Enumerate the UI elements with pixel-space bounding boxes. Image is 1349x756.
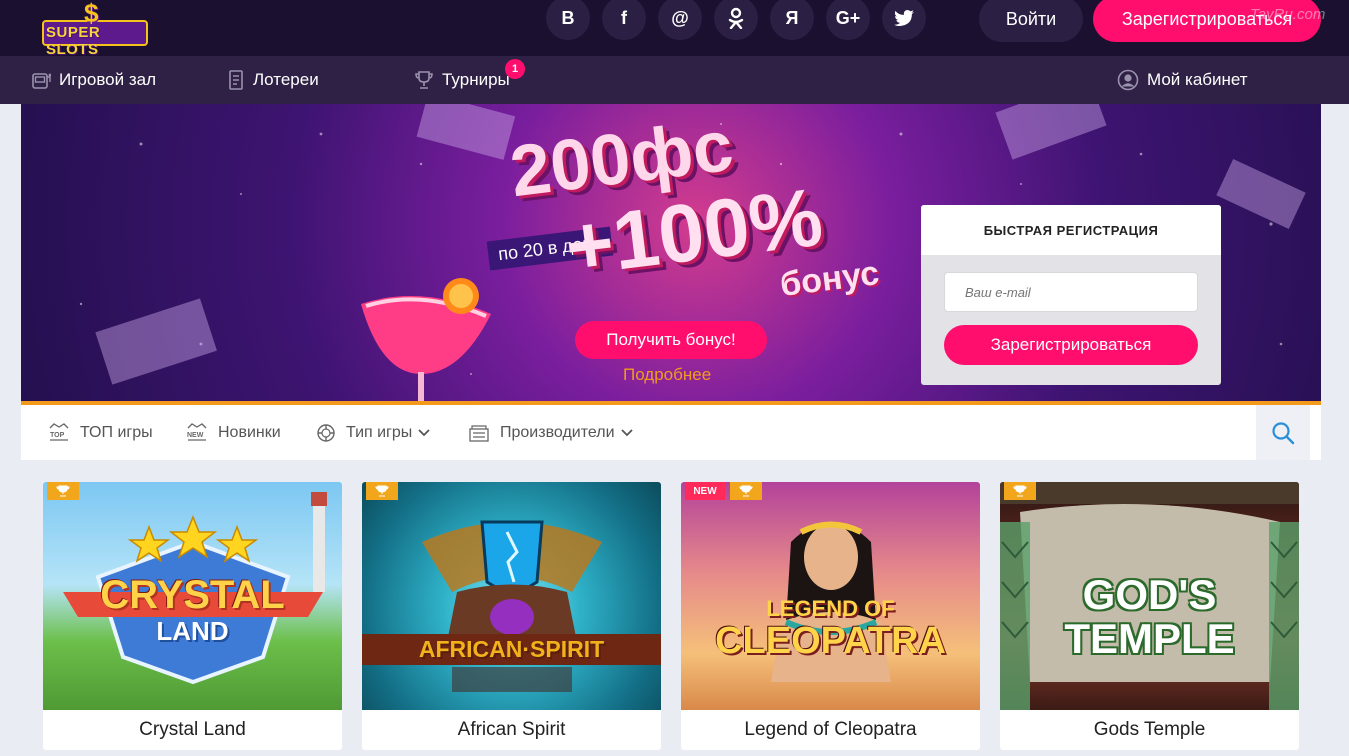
game-card-gods-temple[interactable]: GOD'S TEMPLE Gods Temple (1000, 482, 1299, 750)
nav-item-tournaments[interactable]: Турниры (414, 56, 510, 104)
facebook-icon[interactable]: f (602, 0, 646, 40)
game-logo-line1: CRYSTAL (100, 573, 285, 617)
get-bonus-button[interactable]: Получить бонус! (575, 321, 767, 359)
game-logo-line2: LAND (156, 616, 229, 646)
ticket-icon (229, 70, 243, 90)
filter-game-type[interactable]: Тип игры (316, 405, 430, 460)
nav-label-lotteries: Лотереи (253, 70, 319, 89)
game-thumbnail[interactable]: CRYSTAL LAND (43, 482, 342, 710)
game-logo-line1: AFRICAN·SPIRIT (362, 634, 661, 665)
site-logo[interactable]: $ SUPER SLOTS (42, 0, 148, 58)
quick-registration-title: БЫСТРАЯ РЕГИСТРАЦИЯ (921, 205, 1221, 255)
slot-machine-icon (32, 73, 51, 89)
nav-item-cabinet[interactable]: Мой кабинет (1117, 56, 1248, 104)
googleplus-icon[interactable]: G+ (826, 0, 870, 40)
login-button[interactable]: Войти (979, 0, 1083, 42)
nav-item-hall[interactable]: Игровой зал (31, 56, 156, 104)
more-link[interactable]: Подробнее (623, 365, 711, 385)
quick-registration-form: БЫСТРАЯ РЕГИСТРАЦИЯ Зарегистрироваться (921, 205, 1221, 385)
top-icon: TOP (49, 422, 69, 441)
nav-label-hall: Игровой зал (59, 70, 157, 89)
game-logo-line2: TEMPLE (1064, 615, 1235, 662)
filter-label-providers: Производители (500, 423, 615, 441)
filter-label-new: Новинки (218, 423, 281, 441)
vk-icon[interactable]: B (546, 0, 590, 40)
trophy-icon (739, 485, 753, 497)
tournaments-badge: 1 (505, 59, 525, 79)
games-filter-bar: TOP ТОП игры NEW Новинки Тип игры Произв… (21, 405, 1321, 460)
new-icon: NEW (187, 422, 207, 441)
odnoklassniki-icon[interactable] (714, 0, 758, 40)
filter-label-type: Тип игры (346, 423, 413, 441)
nav-label-tournaments: Турниры (442, 70, 510, 89)
email-field[interactable] (944, 272, 1198, 312)
yandex-icon[interactable]: Я (770, 0, 814, 40)
svg-text:NEW: NEW (187, 432, 204, 439)
filter-new-games[interactable]: NEW Новинки (186, 405, 281, 460)
chip-icon (317, 423, 335, 442)
game-card-african-spirit[interactable]: AFRICAN·SPIRIT African Spirit (362, 482, 661, 750)
mailru-icon[interactable]: @ (658, 0, 702, 40)
filter-label-top: ТОП игры (80, 423, 153, 441)
game-card-crystal-land[interactable]: CRYSTAL LAND Crystal Land (43, 482, 342, 750)
chevron-down-icon (418, 428, 430, 436)
search-button[interactable] (1256, 405, 1310, 460)
trophy-tag (47, 482, 79, 500)
game-thumbnail[interactable]: LEGEND OF CLEOPATRA (681, 482, 980, 710)
nav-label-cabinet: Мой кабинет (1147, 70, 1248, 89)
game-title[interactable]: Crystal Land (43, 710, 342, 750)
trophy-icon (415, 71, 433, 89)
provider-icon (469, 424, 489, 442)
chevron-down-icon (620, 428, 633, 436)
trophy-tag (1004, 482, 1036, 500)
user-icon (1117, 69, 1139, 91)
new-badge: NEW (685, 482, 725, 500)
nav-item-lotteries[interactable]: Лотереи (227, 56, 319, 104)
twitter-icon[interactable] (882, 0, 926, 40)
filter-providers[interactable]: Производители (468, 405, 633, 460)
trophy-icon (56, 485, 70, 497)
trophy-icon (375, 485, 389, 497)
game-card-legend-of-cleopatra[interactable]: LEGEND OF CLEOPATRA NEW Legend of Cleopa… (681, 482, 980, 750)
filter-top-games[interactable]: TOP ТОП игры (48, 405, 153, 460)
watermark: TayRu.com (1250, 6, 1326, 23)
game-thumbnail[interactable]: AFRICAN·SPIRIT (362, 482, 661, 710)
game-title[interactable]: African Spirit (362, 710, 661, 750)
game-logo-line1: GOD'S (1082, 571, 1217, 618)
trophy-tag (730, 482, 762, 500)
logo-text: SUPER SLOTS (46, 24, 101, 58)
trophy-icon (1013, 485, 1027, 497)
search-icon (1272, 421, 1295, 444)
game-logo-line1: LEGEND OF (766, 596, 895, 621)
svg-text:TOP: TOP (50, 432, 65, 439)
game-thumbnail[interactable]: GOD'S TEMPLE (1000, 482, 1299, 710)
game-logo-line2: CLEOPATRA (715, 620, 946, 662)
quick-register-button[interactable]: Зарегистрироваться (944, 325, 1198, 365)
game-title[interactable]: Gods Temple (1000, 710, 1299, 750)
trophy-tag (366, 482, 398, 500)
top-bar: $ SUPER SLOTS B f @ Я G+ Войти Зарегистр… (0, 0, 1349, 58)
game-title[interactable]: Legend of Cleopatra (681, 710, 980, 750)
main-nav: Игровой зал Лотереи Турниры 1 Мой кабине… (0, 56, 1349, 104)
cocktail-image (361, 278, 491, 402)
